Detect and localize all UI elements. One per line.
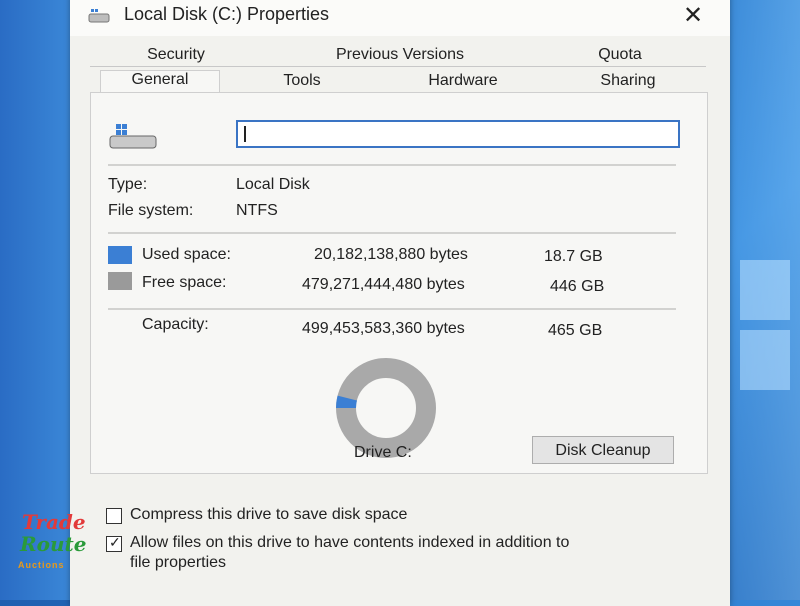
text-caret xyxy=(244,126,246,142)
watermark-logo: Trade Route Auctions xyxy=(18,510,88,580)
free-space-ring xyxy=(336,358,436,458)
free-space-size: 446 GB xyxy=(550,278,605,295)
close-button[interactable]: ✕ xyxy=(676,2,710,30)
tab-general[interactable]: General xyxy=(100,70,220,93)
capacity-label: Capacity: xyxy=(142,316,209,333)
tab-row-divider xyxy=(90,66,706,67)
desktop-window-logo-pane xyxy=(740,330,790,390)
hard-drive-icon xyxy=(109,124,157,149)
drive-icon xyxy=(88,9,110,23)
free-space-label: Free space: xyxy=(142,274,227,291)
tab-quota[interactable]: Quota xyxy=(570,46,670,64)
tab-previous-versions[interactable]: Previous Versions xyxy=(310,46,490,64)
tab-hardware[interactable]: Hardware xyxy=(408,72,518,90)
type-label: Type: xyxy=(108,176,148,193)
type-value: Local Disk xyxy=(236,176,310,193)
used-space-size: 18.7 GB xyxy=(544,248,603,265)
divider xyxy=(108,164,676,166)
watermark-line1: Trade xyxy=(22,510,86,534)
file-system-label: File system: xyxy=(108,202,194,219)
index-label-line2: file properties xyxy=(130,554,227,571)
desktop-window-logo-pane xyxy=(740,260,790,320)
tab-tools[interactable]: Tools xyxy=(252,72,352,90)
free-space-bytes: 479,271,444,480 bytes xyxy=(302,276,465,293)
used-space-label: Used space: xyxy=(142,246,231,263)
free-space-swatch xyxy=(108,272,132,290)
properties-dialog: Local Disk (C:) Properties ✕ Security Pr… xyxy=(70,0,730,606)
used-space-bytes: 20,182,138,880 bytes xyxy=(314,246,468,263)
disk-cleanup-button[interactable]: Disk Cleanup xyxy=(532,436,674,464)
capacity-bytes: 499,453,583,360 bytes xyxy=(302,320,465,337)
title-bar: Local Disk (C:) Properties ✕ xyxy=(70,0,730,36)
index-label-line1: Allow files on this drive to have conten… xyxy=(130,534,570,551)
watermark-line2: Route xyxy=(20,532,87,556)
index-checkbox[interactable]: ✓ xyxy=(106,534,122,552)
divider xyxy=(108,232,676,234)
file-system-value: NTFS xyxy=(236,202,278,219)
drive-label: Drive C: xyxy=(354,444,412,461)
compress-label: Compress this drive to save disk space xyxy=(130,506,408,523)
tab-security[interactable]: Security xyxy=(126,46,226,64)
drive-name-input[interactable] xyxy=(236,120,680,148)
checkmark-icon: ✓ xyxy=(109,534,121,550)
compress-checkbox[interactable] xyxy=(106,508,122,524)
watermark-line3: Auctions xyxy=(18,560,65,570)
dialog-title: Local Disk (C:) Properties xyxy=(124,4,330,24)
capacity-size: 465 GB xyxy=(548,322,603,339)
tab-sharing[interactable]: Sharing xyxy=(578,72,678,90)
divider xyxy=(108,308,676,310)
used-space-swatch xyxy=(108,246,132,264)
